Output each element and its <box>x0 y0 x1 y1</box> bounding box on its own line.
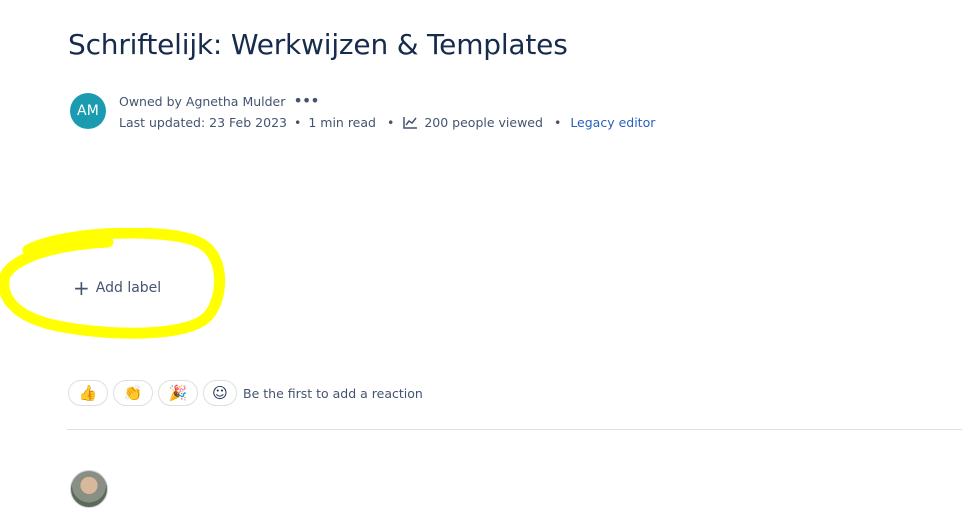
plus-icon: + <box>73 276 90 300</box>
analytics-chart-icon[interactable] <box>403 116 418 129</box>
party-popper-reaction-button[interactable]: 🎉 <box>158 380 198 406</box>
separator-dot: • <box>553 114 562 130</box>
legacy-editor-link[interactable]: Legacy editor <box>570 115 655 130</box>
thumbs-up-reaction-button[interactable]: 👍 <box>68 380 108 406</box>
add-label-button[interactable]: + Add label <box>73 278 161 298</box>
separator-dot: • <box>293 114 302 130</box>
add-reaction-button[interactable]: ☺ <box>203 380 237 406</box>
clapping-hands-reaction-button[interactable]: 👏 <box>113 380 153 406</box>
ellipsis-icon[interactable]: ••• <box>293 93 319 109</box>
add-label-text: Add label <box>95 280 162 296</box>
page-title: Schriftelijk: Werkwijzen & Templates <box>68 28 568 61</box>
reactions-bar: 👍 👏 🎉 ☺ Be the first to add a reaction <box>68 380 423 406</box>
section-divider <box>67 429 962 430</box>
read-time-text: 1 min read <box>308 114 376 130</box>
owner-avatar[interactable]: AM <box>70 93 106 129</box>
separator-dot: • <box>386 114 395 130</box>
last-updated-text[interactable]: Last updated: 23 Feb 2023 <box>119 115 287 130</box>
reaction-prompt-text: Be the first to add a reaction <box>243 385 423 401</box>
page-metadata: Last updated: 23 Feb 2023 • 1 min read •… <box>119 114 655 130</box>
smiley-add-icon: ☺ <box>212 384 228 402</box>
commenter-avatar <box>70 470 108 508</box>
owner-line: Owned by Agnetha Mulder ••• <box>119 93 320 109</box>
views-count-text[interactable]: 200 people viewed <box>424 115 543 130</box>
owned-by-text[interactable]: Owned by Agnetha Mulder <box>119 94 285 109</box>
